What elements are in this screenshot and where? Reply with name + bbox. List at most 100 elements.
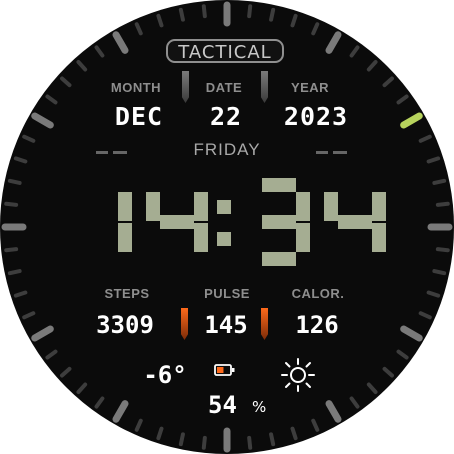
battery-percent: 54 xyxy=(208,391,237,419)
watch-face: TACTICAL MONTH DATE YEAR DEC 22 2023 FRI… xyxy=(0,0,454,454)
hour-marker xyxy=(112,400,129,423)
weekday-dash-right-2 xyxy=(333,151,347,154)
minute-marker xyxy=(396,94,409,105)
time-colon-top xyxy=(217,200,231,214)
date-divider-left xyxy=(182,71,189,103)
year-value: 2023 xyxy=(283,102,349,131)
date-value: 22 xyxy=(209,102,243,131)
steps-value: 3309 xyxy=(96,311,154,339)
minute-marker xyxy=(45,94,58,105)
hour-marker xyxy=(325,31,342,54)
temperature-value: -6° xyxy=(143,361,187,389)
minute-marker xyxy=(349,396,360,409)
minute-marker xyxy=(418,134,432,143)
minute-marker xyxy=(156,426,164,441)
date-divider-right xyxy=(261,71,268,103)
hour-marker xyxy=(400,325,423,342)
pulse-value: 145 xyxy=(204,311,248,339)
segment xyxy=(160,215,194,229)
segment xyxy=(194,223,208,252)
minute-marker xyxy=(432,178,447,185)
time-minute-tens xyxy=(262,178,310,266)
pulse-divider-right xyxy=(261,308,268,340)
segment xyxy=(372,192,386,221)
minute-marker xyxy=(435,201,450,207)
time-hour-tens xyxy=(118,192,132,252)
weekday-dash-left-1 xyxy=(96,151,108,154)
minute-marker xyxy=(156,13,164,28)
minute-marker xyxy=(22,134,36,143)
segment xyxy=(296,192,310,221)
minute-marker xyxy=(94,45,105,58)
pulse-divider-left xyxy=(181,308,188,340)
minute-marker xyxy=(269,7,276,22)
month-value: DEC xyxy=(114,102,164,131)
hour-marker xyxy=(31,325,54,342)
minute-marker xyxy=(382,366,394,378)
weekday-dash-left-2 xyxy=(113,151,127,154)
weekday-dash-right-1 xyxy=(316,151,328,154)
segment xyxy=(296,223,310,252)
minute-marker xyxy=(201,4,207,19)
minute-marker xyxy=(13,156,28,164)
segment xyxy=(262,215,296,229)
calories-label: CALOR. xyxy=(291,286,345,301)
minute-marker xyxy=(311,418,320,432)
minute-marker xyxy=(426,290,441,298)
minute-marker xyxy=(426,156,441,164)
minute-marker xyxy=(134,418,143,432)
minute-marker xyxy=(247,435,253,450)
minute-marker xyxy=(4,247,19,253)
time-minute-units xyxy=(324,192,386,252)
steps-label: STEPS xyxy=(104,286,150,301)
minute-marker xyxy=(178,432,185,447)
minute-marker xyxy=(22,311,36,320)
hour-marker xyxy=(31,112,54,129)
battery-percent-symbol: % xyxy=(252,398,267,416)
segment xyxy=(118,223,132,252)
minute-marker xyxy=(7,178,22,185)
weekday-text: FRIDAY xyxy=(193,140,261,159)
hour-marker xyxy=(400,112,423,129)
minute-marker xyxy=(382,76,394,88)
minute-marker xyxy=(349,45,360,58)
minute-marker xyxy=(13,290,28,298)
minute-marker xyxy=(290,13,298,28)
minute-marker xyxy=(178,7,185,22)
segment xyxy=(146,192,160,221)
calories-value: 126 xyxy=(295,311,339,339)
minute-marker xyxy=(7,269,22,276)
minute-marker xyxy=(311,22,320,36)
sun-icon xyxy=(281,358,315,392)
hour-marker xyxy=(112,31,129,54)
segment xyxy=(338,215,372,229)
minute-marker xyxy=(4,201,19,207)
minute-marker xyxy=(60,366,72,378)
minute-marker xyxy=(76,382,88,394)
minute-marker xyxy=(60,76,72,88)
segment xyxy=(118,192,132,221)
month-label: MONTH xyxy=(110,80,162,95)
year-label: YEAR xyxy=(290,80,330,95)
time-display xyxy=(118,178,386,266)
minute-marker xyxy=(366,60,378,72)
segment xyxy=(262,178,296,192)
time-hour-units xyxy=(146,192,208,252)
minute-marker xyxy=(290,426,298,441)
segment xyxy=(324,192,338,221)
battery-icon xyxy=(214,364,235,376)
minute-marker xyxy=(247,4,253,19)
time-colon-bottom xyxy=(217,232,231,246)
brand-badge: TACTICAL xyxy=(166,39,284,63)
minute-marker xyxy=(269,432,276,447)
minute-marker xyxy=(366,382,378,394)
minute-marker xyxy=(76,60,88,72)
minute-marker xyxy=(45,349,58,360)
segment xyxy=(262,252,296,266)
minute-marker xyxy=(201,435,207,450)
date-label: DATE xyxy=(205,80,243,95)
minute-marker xyxy=(432,269,447,276)
pulse-label: PULSE xyxy=(204,286,250,301)
minute-marker xyxy=(396,349,409,360)
segment xyxy=(372,223,386,252)
